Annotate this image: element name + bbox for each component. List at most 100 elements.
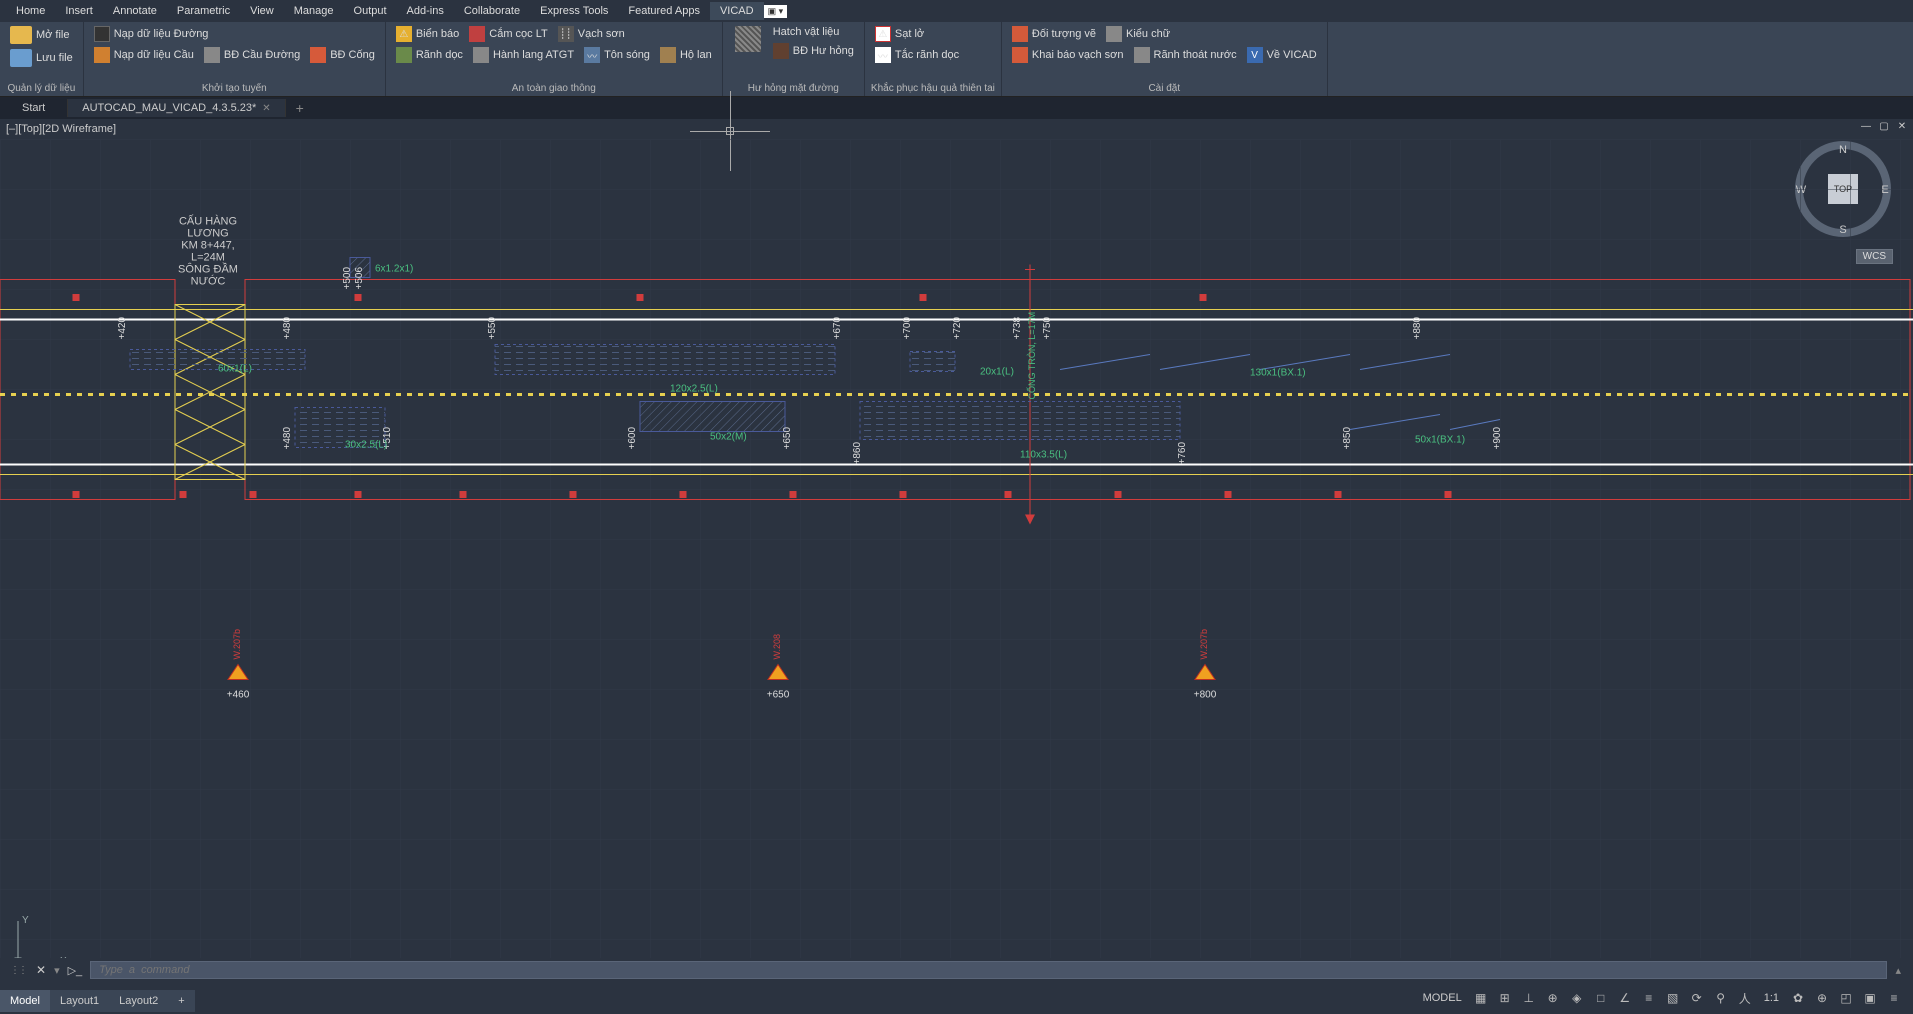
landslide-button[interactable]: ⚠Sạt lở bbox=[871, 24, 963, 44]
cmd-prompt-icon: ▷_ bbox=[64, 964, 87, 977]
about-vicad-button[interactable]: VVề VICAD bbox=[1243, 45, 1321, 65]
cmd-history-icon[interactable]: ▴ bbox=[1887, 964, 1909, 977]
svg-text:110x3.5(L): 110x3.5(L) bbox=[1020, 450, 1067, 461]
guardrail-button[interactable]: Hộ lan bbox=[656, 45, 716, 65]
close-viewport-icon[interactable]: ✕ bbox=[1895, 121, 1909, 135]
bd-culvert-button[interactable]: BĐ Cống bbox=[306, 45, 379, 65]
draw-object-button[interactable]: Đối tượng vẽ bbox=[1008, 24, 1100, 44]
group-label: Khởi tạo tuyến bbox=[90, 81, 379, 96]
svg-text:+480: +480 bbox=[282, 317, 293, 340]
tracking-icon[interactable]: ∠ bbox=[1614, 987, 1636, 1009]
osnap-toggle-icon[interactable]: □ bbox=[1590, 987, 1612, 1009]
hatch-material-button[interactable]: Hatch vật liệu bbox=[769, 24, 858, 40]
command-input[interactable] bbox=[90, 961, 1887, 979]
tab-file[interactable]: AUTOCAD_MAU_VICAD_4.3.5.23* ✕ bbox=[68, 99, 285, 117]
scale-label[interactable]: 1:1 bbox=[1758, 992, 1785, 1004]
group-label: An toàn giao thông bbox=[392, 81, 716, 96]
text-style-button[interactable]: Kiểu chữ bbox=[1102, 24, 1174, 44]
units-icon[interactable]: ◰ bbox=[1835, 987, 1857, 1009]
svg-text:50x2(M): 50x2(M) bbox=[710, 432, 747, 443]
bd-icon bbox=[204, 47, 220, 63]
landslide-icon: ⚠ bbox=[875, 26, 891, 42]
save-file-label: Lưu file bbox=[36, 52, 73, 64]
tab-start[interactable]: Start bbox=[0, 99, 68, 117]
bd-bridge-road-button[interactable]: BĐ Cầu Đường bbox=[200, 45, 304, 65]
menu-annotate[interactable]: Annotate bbox=[103, 2, 167, 20]
anno-monitor-icon[interactable]: ⊕ bbox=[1811, 987, 1833, 1009]
load-road-data-button[interactable]: Nạp dữ liệu Đường bbox=[90, 24, 379, 44]
polar-toggle-icon[interactable]: ⊕ bbox=[1542, 987, 1564, 1009]
bd-damage-button[interactable]: BĐ Hư hỏng bbox=[769, 41, 858, 61]
svg-text:+760: +760 bbox=[1177, 442, 1188, 465]
linemark-button[interactable]: ┊┊Vạch sơn bbox=[554, 24, 629, 44]
lineweight-icon[interactable]: ≡ bbox=[1638, 987, 1660, 1009]
label: Về VICAD bbox=[1267, 49, 1317, 61]
snap-toggle-icon[interactable]: ⊞ bbox=[1494, 987, 1516, 1009]
menu-home[interactable]: Home bbox=[6, 2, 55, 20]
ortho-toggle-icon[interactable]: ⊥ bbox=[1518, 987, 1540, 1009]
transparency-icon[interactable]: ▧ bbox=[1662, 987, 1684, 1009]
linemark-config-button[interactable]: Khai báo vạch sơn bbox=[1008, 45, 1128, 65]
anno-scale-icon[interactable]: 人 bbox=[1734, 987, 1756, 1009]
blocked-icon: 〰 bbox=[875, 47, 891, 63]
minimize-icon[interactable]: — bbox=[1859, 121, 1873, 135]
load-bridge-data-button[interactable]: Nạp dữ liệu Cầu bbox=[90, 45, 198, 65]
add-layout-button[interactable]: + bbox=[168, 990, 194, 1012]
barrier-button[interactable]: 〰Tôn sóng bbox=[580, 45, 654, 65]
svg-text:+420: +420 bbox=[117, 317, 128, 340]
svg-text:+500: +500 bbox=[342, 267, 353, 290]
warning-icon: ⚠ bbox=[396, 26, 412, 42]
tab-model[interactable]: Model bbox=[0, 990, 50, 1012]
group-label: Quản lý dữ liệu bbox=[6, 81, 77, 96]
menu-addins[interactable]: Add-ins bbox=[397, 2, 454, 20]
open-file-button[interactable]: Mở file bbox=[6, 24, 77, 46]
customize-icon[interactable]: ≡ bbox=[1883, 987, 1905, 1009]
grid-toggle-icon[interactable]: ▦ bbox=[1470, 987, 1492, 1009]
svg-text:+800: +800 bbox=[1194, 690, 1217, 701]
svg-text:W.207b: W.207b bbox=[232, 629, 242, 660]
recent-cmd-icon[interactable]: ▾ bbox=[50, 964, 64, 977]
stake-button[interactable]: Cắm cọc LT bbox=[465, 24, 551, 44]
cycling-icon[interactable]: ⟳ bbox=[1686, 987, 1708, 1009]
model-space-label[interactable]: MODEL bbox=[1417, 992, 1468, 1004]
menu-view[interactable]: View bbox=[240, 2, 284, 20]
damage-icon bbox=[773, 43, 789, 59]
label: Start bbox=[22, 102, 45, 114]
svg-text:130x1(BX.1): 130x1(BX.1) bbox=[1250, 368, 1306, 379]
menu-manage[interactable]: Manage bbox=[284, 2, 344, 20]
menu-collaborate[interactable]: Collaborate bbox=[454, 2, 530, 20]
drawing-canvas[interactable]: CẤU HÀNG LƯƠNG KM 8+447, L=24M SÔNG ĐẦM … bbox=[0, 137, 1913, 982]
group-label: Hư hỏng mặt đường bbox=[729, 81, 858, 96]
menu-output[interactable]: Output bbox=[344, 2, 397, 20]
tab-layout2[interactable]: Layout2 bbox=[109, 990, 168, 1012]
ribbon-group-traffic: ⚠Biển báo Cắm cọc LT ┊┊Vạch sơn Rãnh dọc… bbox=[386, 22, 723, 96]
menu-insert[interactable]: Insert bbox=[55, 2, 103, 20]
quickprops-icon[interactable]: ▣ bbox=[1859, 987, 1881, 1009]
menu-express[interactable]: Express Tools bbox=[530, 2, 618, 20]
drawing-area[interactable]: [–][Top][2D Wireframe] — ▢ ✕ N S E W TOP… bbox=[0, 119, 1913, 982]
save-file-button[interactable]: Lưu file bbox=[6, 47, 77, 69]
workspace-icon[interactable]: ✿ bbox=[1787, 987, 1809, 1009]
sign-button[interactable]: ⚠Biển báo bbox=[392, 24, 463, 44]
maximize-icon[interactable]: ▢ bbox=[1877, 121, 1891, 135]
add-tab-button[interactable]: + bbox=[286, 100, 314, 116]
isodraft-icon[interactable]: ◈ bbox=[1566, 987, 1588, 1009]
grip-icon[interactable]: ⋮⋮ bbox=[4, 965, 32, 976]
view-label[interactable]: [–][Top][2D Wireframe] bbox=[6, 123, 116, 135]
menu-parametric[interactable]: Parametric bbox=[167, 2, 240, 20]
annotation-icon[interactable]: ⚲ bbox=[1710, 987, 1732, 1009]
corridor-button[interactable]: Hành lang ATGT bbox=[469, 45, 578, 65]
close-tab-icon[interactable]: ✕ bbox=[262, 103, 270, 114]
menu-dropdown[interactable]: ▣ ▾ bbox=[764, 5, 788, 18]
tab-layout1[interactable]: Layout1 bbox=[50, 990, 109, 1012]
hatch-icon-button[interactable] bbox=[729, 24, 767, 54]
drain-ditch-button[interactable]: Rãnh thoát nước bbox=[1130, 45, 1241, 65]
blocked-ditch-button[interactable]: 〰Tắc rãnh dọc bbox=[871, 45, 963, 65]
label: Khai báo vạch sơn bbox=[1032, 49, 1124, 61]
ditch-button[interactable]: Rãnh dọc bbox=[392, 45, 467, 65]
close-cmd-icon[interactable]: ✕ bbox=[32, 963, 50, 977]
svg-text:KM 8+447,: KM 8+447, bbox=[181, 240, 235, 252]
menu-featured[interactable]: Featured Apps bbox=[618, 2, 710, 20]
svg-text:+720: +720 bbox=[952, 317, 963, 340]
menu-vicad[interactable]: VICAD bbox=[710, 2, 764, 20]
